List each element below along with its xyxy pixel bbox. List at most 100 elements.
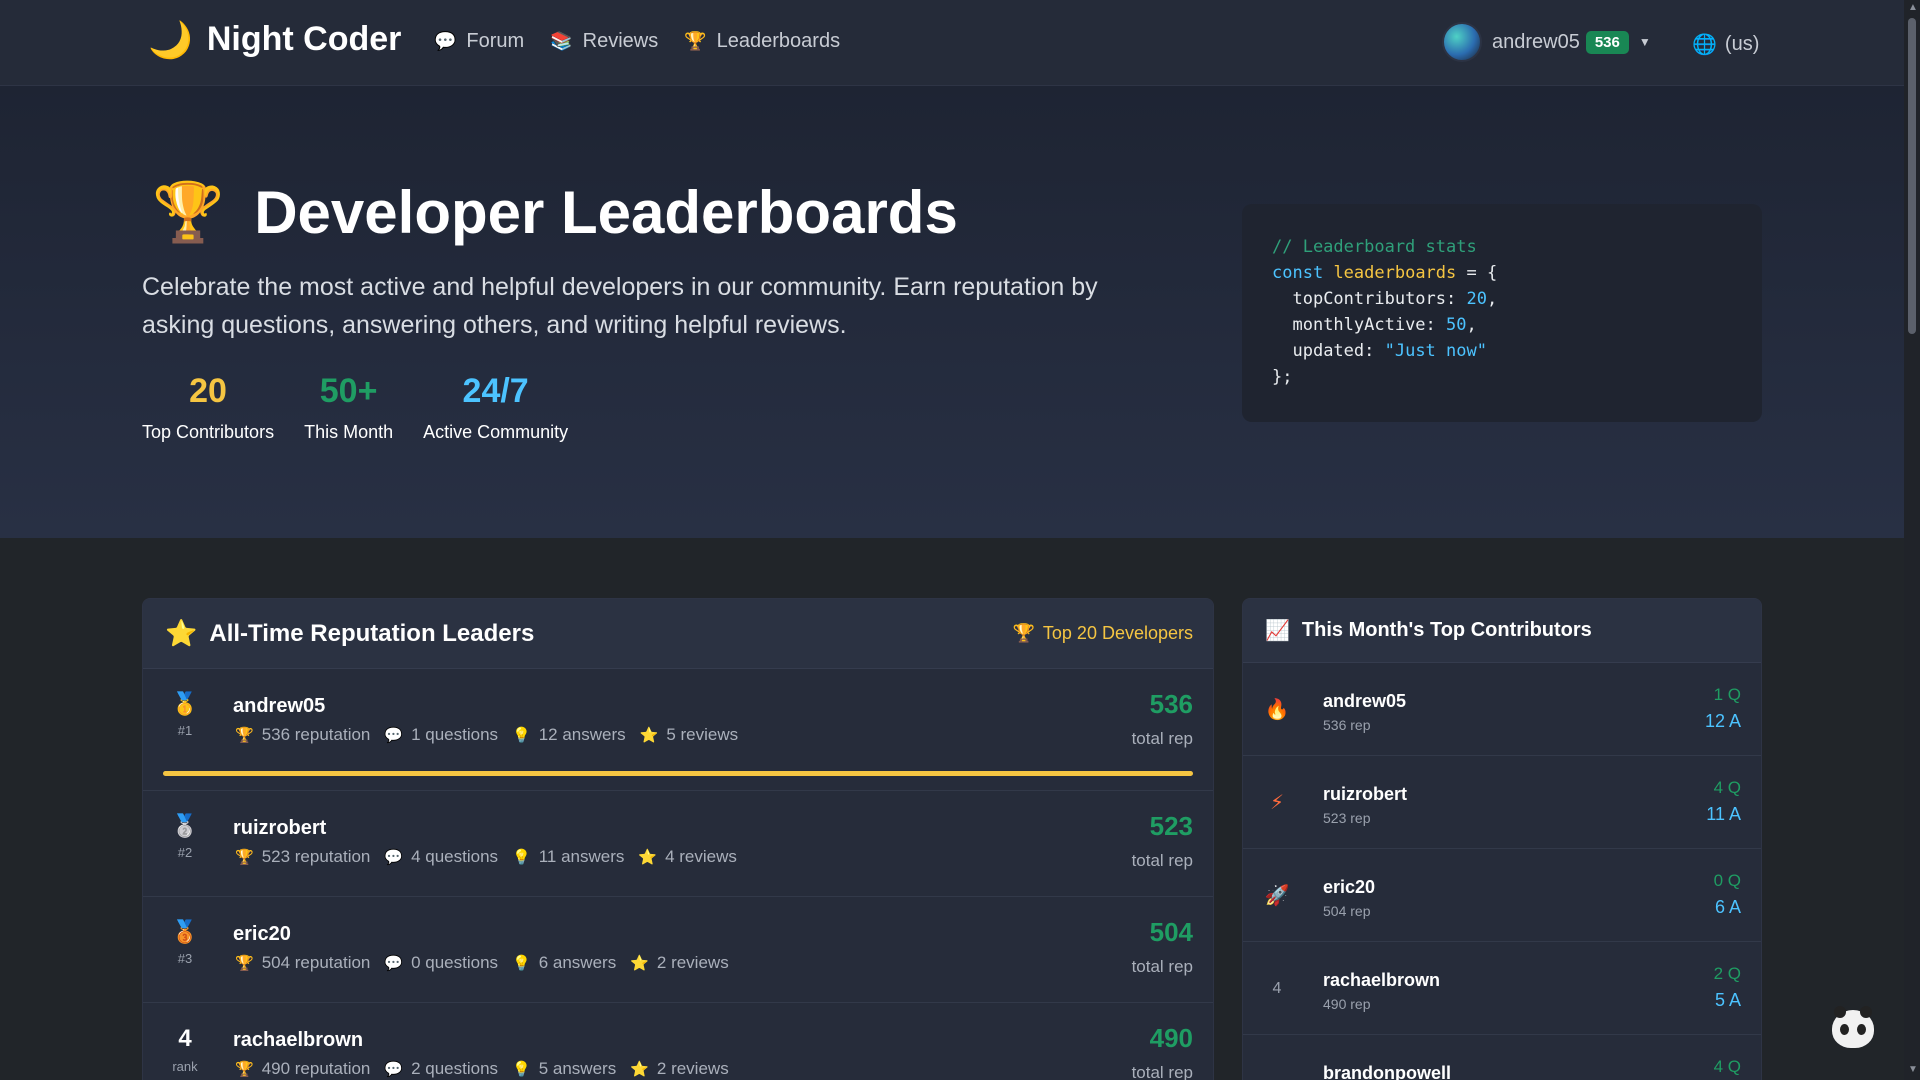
user-name[interactable]: brandonpowell	[1323, 1063, 1451, 1080]
user-menu[interactable]: andrew05 536 ▼	[1442, 22, 1651, 62]
stat-this-month: 50+ This Month	[304, 374, 393, 443]
rank-label: #1	[177, 723, 193, 738]
contributor-row[interactable]: 4 rachaelbrown 490 rep 2 Q 5 A	[1243, 942, 1761, 1035]
gold-medal-icon: 🥇	[171, 691, 199, 716]
page-scrollbar[interactable]: ▲ ▼	[1904, 0, 1920, 1080]
user-name[interactable]: ruizrobert	[233, 817, 326, 840]
nav-link-reviews[interactable]: 📚 Reviews	[550, 30, 658, 53]
code-string: "Just now"	[1384, 341, 1487, 361]
stat-label: Active Community	[423, 422, 569, 442]
page-heading: Developer Leaderboards	[254, 179, 958, 246]
leaderboard-row[interactable]: 🥉 #3 eric20 🏆 504 reputation 💬 0 questions…	[143, 897, 1213, 1003]
score-value: 523	[1149, 811, 1193, 841]
speech-bubble-icon: 💬	[434, 31, 457, 51]
nav-link-forum[interactable]: 💬 Forum	[434, 30, 524, 53]
questions-text: 0 questions	[411, 953, 499, 972]
user-name[interactable]: rachaelbrown	[1323, 970, 1440, 991]
code-number: 20	[1466, 289, 1487, 309]
fire-icon: 🔥	[1264, 699, 1290, 721]
answers-count: 5 A	[1714, 990, 1741, 1010]
badge-label: Top 20 Developers	[1042, 623, 1193, 643]
globe-icon: 🌐	[1692, 34, 1717, 56]
card-header: ⭐ All-Time Reputation Leaders 🏆 Top 20 D…	[143, 599, 1213, 669]
rank-cell: 4 rank	[163, 1027, 207, 1075]
leaderboard-row[interactable]: 4 rank rachaelbrown 🏆 490 reputation 💬 2 q…	[143, 1003, 1213, 1080]
star-icon: ⭐	[165, 618, 198, 648]
contributor-row[interactable]: brandonpowell 4 Q	[1243, 1035, 1761, 1080]
hero-description: Celebrate the most active and helpful de…	[142, 273, 1098, 339]
user-name[interactable]: andrew05	[233, 695, 325, 718]
code-number: 50	[1446, 315, 1467, 335]
silver-medal-icon: 🥈	[171, 813, 199, 838]
rank-cell: 🥈 #2	[163, 813, 207, 861]
nav-link-leaderboards[interactable]: 🏆 Leaderboards	[684, 30, 840, 53]
navbar: 🌙 Night Coder 💬 Forum 📚 Reviews 🏆 Leader…	[0, 0, 1904, 86]
contributor-row[interactable]: 🚀 eric20 504 rep 0 Q 6 A	[1243, 849, 1761, 942]
score-value: 536	[1149, 689, 1193, 719]
bronze-medal-icon: 🥉	[171, 919, 199, 944]
reputation-text: 504 reputation	[261, 953, 371, 972]
leaderboard-row[interactable]: 🥈 #2 ruizrobert 🏆 523 reputation 💬 4 quest…	[143, 791, 1213, 897]
nav-link-label: Reviews	[582, 30, 659, 52]
user-stats: 🏆 536 reputation 💬 1 questions 💡 12 answers…	[235, 725, 738, 745]
star-icon: ⭐	[630, 1061, 649, 1078]
questions-count: 1 Q	[1713, 685, 1741, 704]
reputation-text: 490 rep	[1323, 996, 1371, 1012]
scroll-up-arrow-icon[interactable]: ▲	[1908, 2, 1918, 13]
panda-assistant-button[interactable]	[1832, 1006, 1874, 1048]
answers-text: 12 answers	[538, 725, 626, 744]
user-stats: 🏆 504 reputation 💬 0 questions 💡 6 answers …	[235, 953, 729, 973]
score-label: total rep	[1131, 957, 1193, 976]
lightning-icon: ⚡	[1269, 792, 1285, 814]
code-comment: // Leaderboard stats	[1272, 237, 1477, 257]
questions-count: 2 Q	[1713, 964, 1741, 983]
rank-cell: 🥇 #1	[163, 691, 207, 739]
card-header: 📈 This Month's Top Contributors	[1243, 599, 1761, 663]
user-name[interactable]: eric20	[233, 923, 291, 946]
speech-bubble-icon: 💬	[384, 727, 404, 744]
code-key: topContributors:	[1292, 289, 1467, 309]
brand-name: Night Coder	[206, 20, 402, 58]
contributor-row[interactable]: 🔥 andrew05 536 rep 1 Q 12 A	[1243, 663, 1761, 756]
scrollbar-thumb[interactable]	[1908, 18, 1916, 334]
code-keyword: const	[1272, 263, 1324, 283]
user-name[interactable]: eric20	[1323, 877, 1375, 898]
questions-text: 2 questions	[411, 1059, 499, 1078]
brand-link[interactable]: 🌙 Night Coder	[148, 20, 401, 59]
rank-label: rank	[172, 1059, 198, 1074]
rank-cell: 🥉 #3	[163, 919, 207, 967]
speech-bubble-icon: 💬	[384, 955, 404, 972]
chart-increasing-icon: 📈	[1265, 620, 1290, 642]
nav-link-label: Forum	[466, 30, 525, 52]
stat-active-community: 24/7 Active Community	[423, 374, 568, 443]
hero-section: 🏆 Developer Leaderboards Celebrate the m…	[0, 86, 1904, 538]
leaderboard-row[interactable]: 🥇 #1 andrew05 🏆 536 reputation 💬 1 questio…	[143, 669, 1213, 791]
nav-links: 💬 Forum 📚 Reviews 🏆 Leaderboards	[434, 30, 840, 53]
language-selector[interactable]: 🌐 (us)	[1692, 32, 1759, 57]
code-equals: = {	[1456, 263, 1498, 283]
stat-value: 20	[189, 372, 227, 410]
scroll-down-arrow-icon[interactable]: ▼	[1908, 1064, 1918, 1075]
score-cell: 490 total rep	[1132, 1025, 1193, 1080]
trophy-icon: 🏆	[235, 955, 254, 972]
score-label: total rep	[1131, 729, 1193, 748]
monthly-contributors-card: 📈 This Month's Top Contributors 🔥 andrew…	[1242, 598, 1762, 1080]
speech-bubble-icon: 💬	[384, 849, 404, 866]
panda-eye	[1857, 1023, 1866, 1035]
lightbulb-icon: 💡	[512, 849, 531, 866]
top-developers-badge: 🏆 Top 20 Developers	[1012, 623, 1193, 644]
panda-eye	[1840, 1023, 1849, 1035]
stat-value: 50+	[319, 372, 378, 410]
reputation-text: 536 reputation	[261, 725, 371, 744]
reputation-text: 490 reputation	[261, 1059, 371, 1078]
chevron-down-icon: ▼	[1638, 35, 1651, 49]
contributor-row[interactable]: ⚡ ruizrobert 523 rep 4 Q 11 A	[1243, 756, 1761, 849]
user-name[interactable]: andrew05	[1323, 691, 1406, 712]
stat-top-contributors: 20 Top Contributors	[142, 374, 274, 443]
trophy-icon: 🏆	[152, 179, 225, 245]
user-name[interactable]: ruizrobert	[1323, 784, 1407, 805]
card-title: This Month's Top Contributors	[1301, 619, 1592, 641]
stat-value: 24/7	[462, 372, 529, 410]
answers-text: 6 answers	[538, 953, 617, 972]
user-name[interactable]: rachaelbrown	[233, 1029, 363, 1052]
